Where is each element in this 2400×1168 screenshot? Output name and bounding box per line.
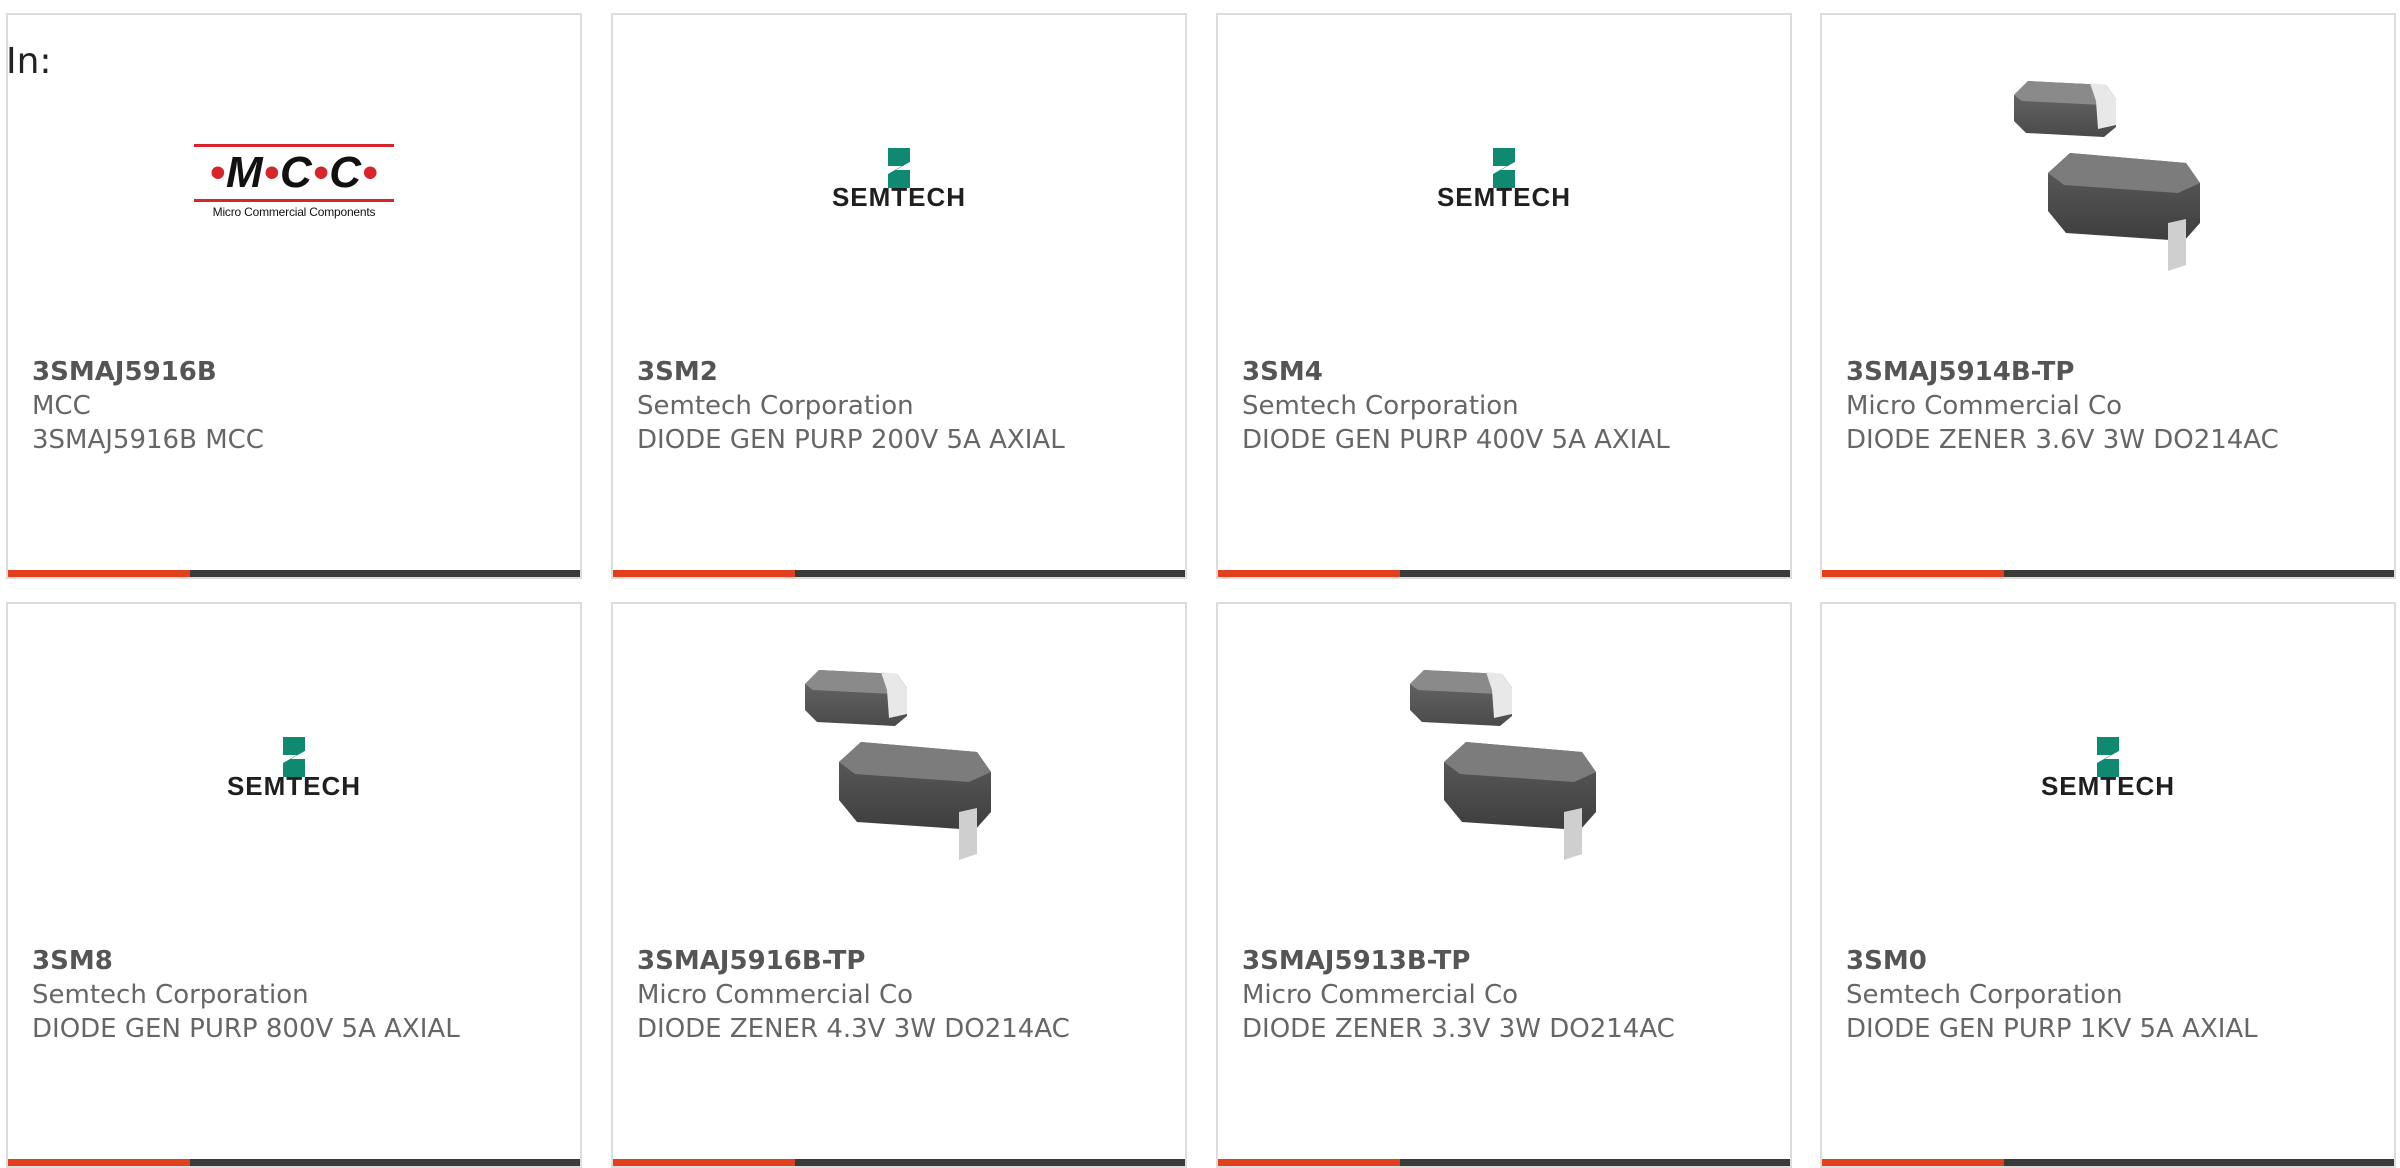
part-number[interactable]: 3SM0 xyxy=(1846,944,2374,978)
card-accent-bar xyxy=(1822,570,2004,577)
product-image[interactable]: SEMTECH xyxy=(8,604,580,934)
product-info: 3SM4 Semtech Corporation DIODE GEN PURP 40… xyxy=(1242,355,1770,457)
product-image[interactable]: •M•C•C• Micro Commercial Components xyxy=(8,15,580,345)
manufacturer: Semtech Corporation xyxy=(1846,980,2123,1010)
semtech-wordmark: SEMTECH xyxy=(831,181,967,212)
product-info: 3SMAJ5916B-TP Micro Commercial Co DIODE ZE… xyxy=(637,944,1165,1046)
product-image[interactable]: SEMTECH xyxy=(1218,15,1790,345)
product-card[interactable]: SEMTECH 3SM2 Semtech Corporation DIODE GEN… xyxy=(611,13,1187,579)
semtech-logo: SEMTECH xyxy=(2003,736,2213,802)
card-accent-bar xyxy=(1218,1159,1400,1166)
smd-diode-photo xyxy=(805,670,991,860)
manufacturer: Micro Commercial Co xyxy=(1242,980,1519,1010)
in-label: In: xyxy=(6,41,52,82)
card-accent-bar xyxy=(8,570,190,577)
product-image[interactable]: SEMTECH xyxy=(1822,604,2394,934)
product-info: 3SMAJ5913B-TP Micro Commercial Co DIODE ZE… xyxy=(1242,944,1770,1046)
manufacturer: Semtech Corporation xyxy=(1242,391,1519,421)
mcc-wordmark: •M•C•C• xyxy=(209,148,379,197)
part-number[interactable]: 3SM4 xyxy=(1242,355,1770,389)
semtech-wordmark: SEMTECH xyxy=(2040,770,2176,801)
description: DIODE ZENER 3.6V 3W DO214AC xyxy=(1846,425,2279,455)
card-bottom-bar xyxy=(1218,1159,1790,1166)
product-card[interactable]: SEMTECH 3SM8 Semtech Corporation DIODE GEN… xyxy=(6,602,582,1168)
part-number[interactable]: 3SMAJ5913B-TP xyxy=(1242,944,1770,978)
description: 3SMAJ5916B MCC xyxy=(32,425,264,455)
semtech-logo: SEMTECH xyxy=(794,147,1004,213)
part-number[interactable]: 3SM2 xyxy=(637,355,1165,389)
product-card[interactable]: •M•C•C• Micro Commercial Components 3SMA… xyxy=(6,13,582,579)
product-info: 3SM8 Semtech Corporation DIODE GEN PURP 80… xyxy=(32,944,560,1046)
manufacturer: Semtech Corporation xyxy=(32,980,309,1010)
semtech-wordmark: SEMTECH xyxy=(226,770,362,801)
card-accent-bar xyxy=(1822,1159,2004,1166)
card-bottom-bar xyxy=(8,570,580,577)
description: DIODE GEN PURP 200V 5A AXIAL xyxy=(637,425,1065,455)
logo-rule-bottom xyxy=(194,199,394,202)
semtech-logo: SEMTECH xyxy=(1399,147,1609,213)
description: DIODE GEN PURP 400V 5A AXIAL xyxy=(1242,425,1670,455)
card-bottom-bar xyxy=(1822,1159,2394,1166)
description: DIODE ZENER 3.3V 3W DO214AC xyxy=(1242,1014,1675,1044)
card-accent-bar xyxy=(1218,570,1400,577)
manufacturer: MCC xyxy=(32,391,91,421)
description: DIODE ZENER 4.3V 3W DO214AC xyxy=(637,1014,1070,1044)
part-number[interactable]: 3SMAJ5916B xyxy=(32,355,560,389)
mcc-logo: •M•C•C• Micro Commercial Components xyxy=(194,141,394,219)
card-accent-bar xyxy=(613,570,795,577)
product-card[interactable]: 3SMAJ5913B-TP Micro Commercial Co DIODE ZE… xyxy=(1216,602,1792,1168)
manufacturer: Semtech Corporation xyxy=(637,391,914,421)
product-image[interactable] xyxy=(613,604,1185,934)
card-bottom-bar xyxy=(1822,570,2394,577)
card-bottom-bar xyxy=(613,570,1185,577)
card-bottom-bar xyxy=(8,1159,580,1166)
product-grid: •M•C•C• Micro Commercial Components 3SMA… xyxy=(0,0,2400,1168)
product-info: 3SM2 Semtech Corporation DIODE GEN PURP 20… xyxy=(637,355,1165,457)
part-number[interactable]: 3SMAJ5916B-TP xyxy=(637,944,1165,978)
card-bottom-bar xyxy=(613,1159,1185,1166)
smd-diode-photo xyxy=(2014,81,2200,271)
manufacturer: Micro Commercial Co xyxy=(1846,391,2123,421)
part-number[interactable]: 3SMAJ5914B-TP xyxy=(1846,355,2374,389)
product-info: 3SMAJ5916B MCC 3SMAJ5916B MCC xyxy=(32,355,560,457)
product-image[interactable] xyxy=(1218,604,1790,934)
product-card[interactable]: SEMTECH 3SM4 Semtech Corporation DIODE GEN… xyxy=(1216,13,1792,579)
description: DIODE GEN PURP 1KV 5A AXIAL xyxy=(1846,1014,2258,1044)
product-card[interactable]: 3SMAJ5914B-TP Micro Commercial Co DIODE ZE… xyxy=(1820,13,2396,579)
description: DIODE GEN PURP 800V 5A AXIAL xyxy=(32,1014,460,1044)
card-bottom-bar xyxy=(1218,570,1790,577)
product-image[interactable]: SEMTECH xyxy=(613,15,1185,345)
product-card[interactable]: SEMTECH 3SM0 Semtech Corporation DIODE GEN… xyxy=(1820,602,2396,1168)
semtech-wordmark: SEMTECH xyxy=(1436,181,1572,212)
mcc-subtitle: Micro Commercial Components xyxy=(212,205,376,219)
product-info: 3SMAJ5914B-TP Micro Commercial Co DIODE ZE… xyxy=(1846,355,2374,457)
product-card[interactable]: 3SMAJ5916B-TP Micro Commercial Co DIODE ZE… xyxy=(611,602,1187,1168)
card-accent-bar xyxy=(8,1159,190,1166)
card-accent-bar xyxy=(613,1159,795,1166)
smd-diode-photo xyxy=(1410,670,1596,860)
part-number[interactable]: 3SM8 xyxy=(32,944,560,978)
product-info: 3SM0 Semtech Corporation DIODE GEN PURP 1K… xyxy=(1846,944,2374,1046)
product-image[interactable] xyxy=(1822,15,2394,345)
manufacturer: Micro Commercial Co xyxy=(637,980,914,1010)
logo-rule-top xyxy=(194,144,394,147)
semtech-logo: SEMTECH xyxy=(189,736,399,802)
